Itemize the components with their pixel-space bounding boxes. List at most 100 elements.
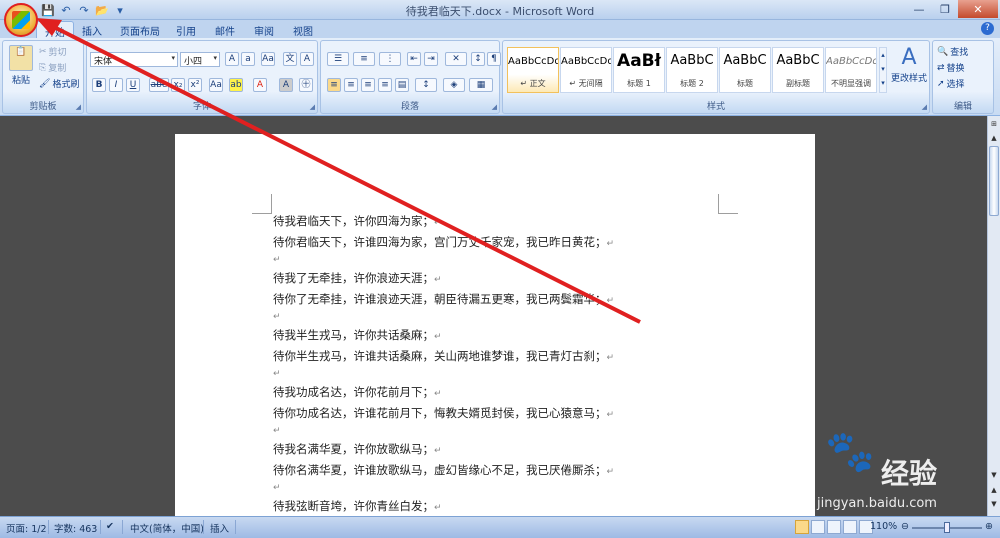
enclose-char-icon[interactable]: ㊉ <box>299 78 313 92</box>
page-count[interactable]: 页面: 1/2 <box>6 521 47 535</box>
close-button[interactable]: ✕ <box>958 0 998 18</box>
document-line[interactable]: 待我弦断音垮，许你青丝白发；↵ <box>273 496 773 516</box>
style-no-spacing[interactable]: AaBbCcDd ↵ 无间隔 <box>560 47 612 93</box>
blank-line[interactable]: ↵ <box>273 253 773 268</box>
word-count[interactable]: 字数: 463 <box>54 521 97 535</box>
copy-button[interactable]: ⎘ 复制 <box>39 61 66 75</box>
multilevel-list-icon[interactable]: ⋮ <box>379 52 401 66</box>
distributed-icon[interactable]: ▤ <box>395 78 409 92</box>
justify-icon[interactable]: ≡ <box>378 78 392 92</box>
prev-page-icon[interactable]: ▲ <box>989 486 999 497</box>
minimize-button[interactable]: — <box>906 0 932 18</box>
chinese-layout-icon[interactable]: ✕ <box>445 52 467 66</box>
highlight-icon[interactable]: ab <box>229 78 243 92</box>
numbering-icon[interactable]: ≡ <box>353 52 375 66</box>
font-color-icon[interactable]: A <box>253 78 267 92</box>
strikethrough-button[interactable]: abe <box>149 78 169 92</box>
document-line[interactable]: 待我了无牵挂，许你浪迹天涯；↵ <box>273 268 773 289</box>
decrease-indent-icon[interactable]: ⇤ <box>407 52 421 66</box>
style-subtitle[interactable]: AaBbC 副标题 <box>772 47 824 93</box>
web-layout-view-icon[interactable] <box>827 520 841 534</box>
next-page-icon[interactable]: ▼ <box>989 500 999 511</box>
borders-icon[interactable]: ▦ <box>469 78 493 92</box>
proofing-icon[interactable]: ✔ <box>106 521 114 532</box>
shrink-font-icon[interactable]: a <box>241 52 255 66</box>
superscript-button[interactable]: x² <box>188 78 202 92</box>
style-heading-2[interactable]: AaBbC 标题 2 <box>666 47 718 93</box>
full-screen-view-icon[interactable] <box>811 520 825 534</box>
tab-review[interactable]: 审阅 <box>246 21 282 38</box>
zoom-level[interactable]: 110% <box>870 521 897 532</box>
subscript-button[interactable]: x₂ <box>171 78 185 92</box>
align-right-icon[interactable]: ≡ <box>361 78 375 92</box>
help-icon[interactable]: ? <box>981 22 994 35</box>
select-button[interactable]: ➚ 选择 <box>937 77 965 91</box>
document-line[interactable]: 待你君临天下，许谁四海为家，宫门万丈千家宠，我已昨日黄花；↵ <box>273 232 773 253</box>
show-marks-icon[interactable]: ¶ <box>487 52 501 66</box>
style-heading-1[interactable]: AaBł 标题 1 <box>613 47 665 93</box>
scroll-down-icon[interactable]: ▼ <box>989 471 999 482</box>
style-subtle-emphasis[interactable]: AaBbCcDd 不明显强调 <box>825 47 877 93</box>
scroll-up-icon[interactable]: ▲ <box>989 134 999 145</box>
align-center-icon[interactable]: ≡ <box>344 78 358 92</box>
style-title[interactable]: AaBbC 标题 <box>719 47 771 93</box>
document-line[interactable]: 待你半生戎马，许谁共话桑麻，关山两地谁梦谁，我已青灯古刹；↵ <box>273 346 773 367</box>
vertical-scrollbar[interactable]: ⊞ ▲ ▼ ▲ ▼ <box>987 116 1000 516</box>
clear-format-icon[interactable]: Aa <box>261 52 275 66</box>
maximize-button[interactable]: ❐ <box>932 0 958 18</box>
outline-view-icon[interactable] <box>843 520 857 534</box>
find-button[interactable]: 🔍 查找 <box>937 45 968 59</box>
tab-mailings[interactable]: 邮件 <box>207 21 243 38</box>
blank-line[interactable]: ↵ <box>273 367 773 382</box>
document-line[interactable]: 待你了无牵挂，许谁浪迹天涯，朝臣待漏五更寒，我已两鬓霜华；↵ <box>273 289 773 310</box>
scroll-thumb[interactable] <box>989 146 999 216</box>
line-spacing-icon[interactable]: ↕ <box>415 78 437 92</box>
char-shading-icon[interactable]: A <box>279 78 293 92</box>
language[interactable]: 中文(简体，中国) <box>130 521 204 535</box>
blank-line[interactable]: ↵ <box>273 481 773 496</box>
insert-mode[interactable]: 插入 <box>210 521 229 535</box>
change-styles-button[interactable]: A 更改样式 <box>891 45 927 84</box>
style-normal[interactable]: AaBbCcDd ↵ 正文 <box>507 47 559 93</box>
document-line[interactable]: 待我君临天下，许你四海为家；↵ <box>273 211 773 232</box>
tab-references[interactable]: 引用 <box>168 21 204 38</box>
phonetic-icon[interactable]: 文 <box>283 52 297 66</box>
clipboard-launcher-icon[interactable]: ◢ <box>76 103 81 111</box>
replace-button[interactable]: ⇄ 替换 <box>937 61 965 75</box>
font-name-select[interactable]: 宋体 ▾ <box>90 52 178 67</box>
styles-launcher-icon[interactable]: ◢ <box>922 103 927 111</box>
document-body[interactable]: 待我君临天下，许你四海为家；↵ 待你君临天下，许谁四海为家，宫门万丈千家宠，我已昨… <box>273 211 773 516</box>
ruler-toggle-icon[interactable]: ⊞ <box>989 120 999 131</box>
font-size-select[interactable]: 小四 ▾ <box>180 52 220 67</box>
tab-page-layout[interactable]: 页面布局 <box>112 21 168 38</box>
tab-view[interactable]: 视图 <box>285 21 321 38</box>
italic-button[interactable]: I <box>109 78 123 92</box>
sort-icon[interactable]: ↕ <box>471 52 485 66</box>
font-launcher-icon[interactable]: ◢ <box>310 103 315 111</box>
print-layout-view-icon[interactable] <box>795 520 809 534</box>
zoom-out-icon[interactable]: ⊖ <box>901 521 909 532</box>
tab-insert[interactable]: 插入 <box>74 21 110 38</box>
increase-indent-icon[interactable]: ⇥ <box>424 52 438 66</box>
blank-line[interactable]: ↵ <box>273 424 773 439</box>
document-line[interactable]: 待我功成名达，许你花前月下；↵ <box>273 382 773 403</box>
shading-icon[interactable]: ◈ <box>443 78 465 92</box>
document-line[interactable]: 待你功成名达，许谁花前月下，悔教夫婿觅封侯，我已心猿意马；↵ <box>273 403 773 424</box>
styles-scroll[interactable]: ▴ ▾ ▾ <box>879 47 887 93</box>
char-border-icon[interactable]: A <box>300 52 314 66</box>
cut-button[interactable]: ✂ 剪切 <box>39 45 67 59</box>
office-button[interactable] <box>4 3 38 37</box>
change-case-icon[interactable]: Aa <box>209 78 223 92</box>
bold-button[interactable]: B <box>92 78 106 92</box>
grow-font-icon[interactable]: A <box>225 52 239 66</box>
document-line[interactable]: 待我半生戎马，许你共话桑麻；↵ <box>273 325 773 346</box>
underline-button[interactable]: U <box>126 78 140 92</box>
blank-line[interactable]: ↵ <box>273 310 773 325</box>
document-line[interactable]: 待你名满华夏，许谁放歌纵马，虚幻皆缘心不足，我已厌倦厮杀；↵ <box>273 460 773 481</box>
document-page[interactable]: 待我君临天下，许你四海为家；↵ 待你君临天下，许谁四海为家，宫门万丈千家宠，我已昨… <box>175 134 815 516</box>
document-line[interactable]: 待我名满华夏，许你放歌纵马；↵ <box>273 439 773 460</box>
tab-home[interactable]: 开始 <box>36 21 74 39</box>
format-painter-button[interactable]: 🖌 格式刷 <box>39 77 79 91</box>
zoom-in-icon[interactable]: ⊕ <box>985 521 993 532</box>
align-left-icon[interactable]: ≡ <box>327 78 341 92</box>
